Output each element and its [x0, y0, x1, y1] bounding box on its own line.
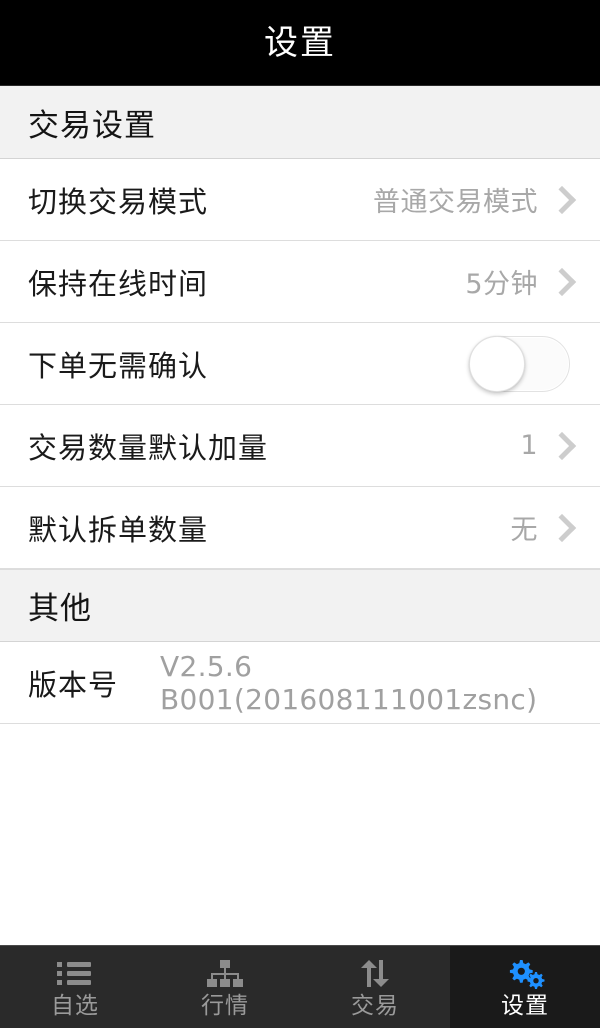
empty-space [0, 724, 600, 945]
row-value: 普通交易模式 [373, 187, 538, 218]
tree-icon [203, 957, 247, 991]
gears-icon [503, 957, 547, 991]
bottom-tab-bar: 自选 行情 交易 设置 [0, 945, 600, 1028]
section-header-trade-settings: 交易设置 [0, 86, 600, 159]
tab-trade[interactable]: 交易 [300, 946, 450, 1028]
row-value: 1 [520, 430, 538, 461]
settings-list: 交易设置 切换交易模式 普通交易模式 保持在线时间 5分钟 下单无需确认 交易数… [0, 86, 600, 945]
row-right: 普通交易模式 [373, 180, 578, 219]
tab-settings[interactable]: 设置 [450, 946, 600, 1028]
order-no-confirm-toggle[interactable] [469, 335, 570, 392]
toggle-knob [469, 335, 525, 392]
tab-watchlist[interactable]: 自选 [0, 946, 150, 1028]
row-version: 版本号 V2.5.6 B001(201608111001zsnc) [0, 642, 600, 724]
chevron-right-icon [547, 513, 577, 542]
row-label: 切换交易模式 [28, 184, 209, 219]
row-value: 5分钟 [465, 269, 538, 300]
tab-label: 自选 [51, 992, 99, 1019]
exchange-icon [353, 957, 397, 991]
row-keep-online-time[interactable]: 保持在线时间 5分钟 [0, 241, 600, 323]
row-right [469, 335, 578, 392]
row-right: 1 [520, 430, 578, 461]
chevron-right-icon [547, 267, 577, 296]
tab-label: 行情 [201, 992, 249, 1019]
tab-label: 交易 [351, 992, 399, 1019]
row-default-split-qty[interactable]: 默认拆单数量 无 [0, 487, 600, 569]
row-order-no-confirm[interactable]: 下单无需确认 [0, 323, 600, 405]
title-bar: 设置 [0, 0, 600, 86]
row-right: 无 [511, 508, 579, 547]
row-right: 5分钟 [465, 262, 578, 301]
row-label: 版本号 [28, 667, 119, 702]
chevron-right-icon [547, 185, 577, 214]
row-value: 无 [510, 515, 538, 546]
tab-label: 设置 [501, 992, 549, 1019]
tab-quotes[interactable]: 行情 [150, 946, 300, 1028]
list-icon [53, 957, 97, 991]
row-label: 交易数量默认加量 [28, 430, 269, 465]
settings-screen: 设置 交易设置 切换交易模式 普通交易模式 保持在线时间 5分钟 下单无需确认 [0, 0, 600, 1028]
row-label: 保持在线时间 [28, 266, 209, 301]
row-default-qty-step[interactable]: 交易数量默认加量 1 [0, 405, 600, 487]
page-title: 设置 [264, 22, 336, 63]
row-label: 下单无需确认 [28, 348, 209, 383]
row-label: 默认拆单数量 [28, 512, 209, 547]
row-switch-trade-mode[interactable]: 切换交易模式 普通交易模式 [0, 159, 600, 241]
chevron-right-icon [547, 431, 577, 460]
version-value: V2.5.6 B001(201608111001zsnc) [160, 649, 538, 716]
section-header-other: 其他 [0, 569, 600, 642]
